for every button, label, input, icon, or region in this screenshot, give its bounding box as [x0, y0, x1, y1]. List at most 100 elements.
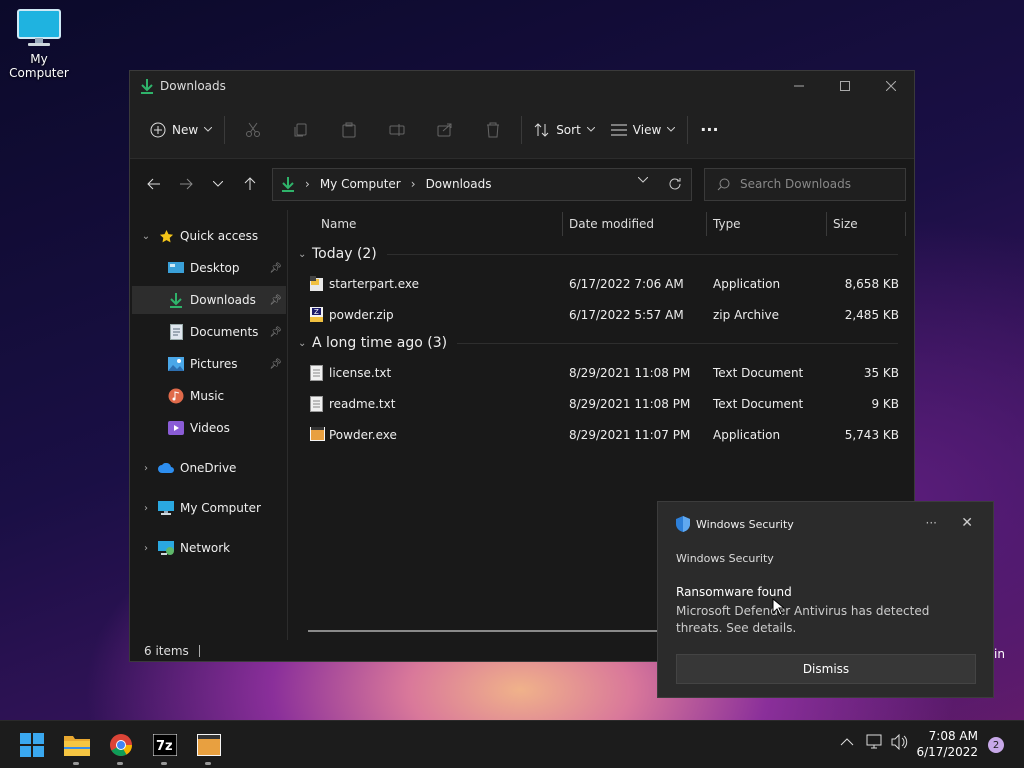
search-icon [717, 178, 730, 190]
download-icon [168, 292, 184, 308]
pin-icon: 📌︎ [269, 294, 282, 306]
sidebar-item-label: Downloads [190, 293, 256, 307]
sidebar-item-documents[interactable]: Documents 📌︎ [132, 318, 286, 346]
sidebar-item-music[interactable]: Music [132, 382, 286, 410]
column-divider[interactable] [562, 212, 563, 236]
forward-button[interactable] [170, 168, 202, 200]
toolbar-separator [224, 115, 226, 144]
maximize-button[interactable] [822, 71, 868, 101]
more-options-button[interactable]: ··· [692, 113, 726, 147]
search-box[interactable]: Search Downloads [704, 167, 906, 201]
column-header-date[interactable]: Date modified [569, 217, 654, 231]
chevron-right-icon[interactable]: › [134, 503, 158, 514]
sidebar-item-label: My Computer [180, 501, 261, 515]
taskbar: 7z 7:08 AM 6/17/2022 2 [0, 720, 1024, 768]
file-type: Application [713, 428, 781, 442]
rename-button[interactable] [373, 113, 421, 147]
sidebar-item-videos[interactable]: Videos [132, 414, 286, 442]
chevron-down-icon [586, 127, 595, 132]
exe-icon [310, 276, 323, 291]
column-divider[interactable] [826, 212, 827, 236]
sidebar-item-downloads[interactable]: Downloads 📌︎ [132, 286, 286, 314]
file-date: 8/29/2021 11:07 PM [569, 428, 691, 442]
cut-button[interactable] [229, 113, 277, 147]
file-name: readme.txt [329, 397, 396, 411]
up-button[interactable] [234, 168, 266, 200]
column-divider[interactable] [706, 212, 707, 236]
scissors-icon [246, 122, 261, 137]
group-header-today[interactable]: ⌄ Today (2) [298, 242, 898, 266]
more-icon[interactable]: ··· [926, 516, 937, 530]
system-clock[interactable]: 7:08 AM 6/17/2022 [916, 728, 978, 760]
table-row[interactable]: starterpart.exe 6/17/2022 7:06 AM Applic… [290, 270, 906, 298]
sidebar-item-quick-access[interactable]: ⌄ Quick access [132, 222, 286, 250]
table-row[interactable]: Z powder.zip 6/17/2022 5:57 AM zip Archi… [290, 301, 906, 329]
7zip-icon: 7z [153, 734, 177, 756]
chevron-down-icon[interactable]: ⌄ [134, 231, 158, 242]
chevron-right-icon[interactable]: › [134, 543, 158, 554]
clipboard-icon [342, 122, 356, 137]
sidebar-item-label: Desktop [190, 261, 240, 275]
navigation-pane: ⌄ Quick access Desktop 📌︎ Downloads 📌︎ D… [130, 210, 288, 640]
start-button[interactable] [12, 727, 52, 763]
computer-icon [17, 9, 61, 46]
table-row[interactable]: readme.txt 8/29/2021 11:08 PM Text Docum… [290, 390, 906, 418]
chevron-right-icon[interactable]: › [134, 463, 158, 474]
column-header-size[interactable]: Size [833, 217, 858, 231]
column-divider[interactable] [905, 212, 906, 236]
notification-badge[interactable]: 2 [988, 737, 1004, 753]
minimize-button[interactable] [776, 71, 822, 101]
dismiss-button[interactable]: Dismiss [676, 654, 976, 684]
taskbar-chrome[interactable] [101, 727, 141, 765]
share-button[interactable] [421, 113, 469, 147]
group-divider [457, 342, 898, 344]
copy-button[interactable] [277, 113, 325, 147]
view-button[interactable]: View [603, 113, 683, 147]
sidebar-item-onedrive[interactable]: › OneDrive [132, 454, 286, 482]
arrow-right-icon [180, 178, 193, 190]
sidebar-item-my-computer[interactable]: › My Computer [132, 494, 286, 522]
app-window-icon [197, 734, 221, 756]
volume-icon[interactable] [891, 733, 909, 753]
close-button[interactable] [868, 71, 914, 101]
taskbar-app[interactable] [189, 727, 229, 765]
breadcrumb-downloads[interactable]: Downloads [426, 177, 492, 191]
sidebar-item-label: Music [190, 389, 225, 403]
refresh-button[interactable] [659, 177, 691, 191]
delete-button[interactable] [469, 113, 517, 147]
file-date: 8/29/2021 11:08 PM [569, 366, 691, 380]
group-header-long-time-ago[interactable]: ⌄ A long time ago (3) [298, 331, 898, 355]
security-notification[interactable]: Windows Security ··· ✕ Windows Security … [657, 501, 994, 698]
close-icon[interactable]: ✕ [961, 515, 973, 531]
sidebar-item-desktop[interactable]: Desktop 📌︎ [132, 254, 286, 282]
desktop-icon-my-computer[interactable]: My Computer [2, 8, 76, 80]
taskbar-7zip[interactable]: 7z [145, 727, 185, 765]
file-date: 6/17/2022 7:06 AM [569, 277, 684, 291]
column-header-name[interactable]: Name [321, 217, 356, 231]
address-bar[interactable]: › My Computer › Downloads [272, 167, 692, 201]
chevron-up-icon[interactable] [840, 735, 854, 749]
table-row[interactable]: Powder.exe 8/29/2021 11:07 PM Applicatio… [290, 421, 906, 449]
taskbar-file-explorer[interactable] [57, 727, 97, 765]
new-button[interactable]: New [142, 113, 220, 147]
app-icon [310, 427, 325, 441]
toolbar-separator [687, 115, 689, 144]
sidebar-item-label: Videos [190, 421, 230, 435]
sort-label: Sort [556, 122, 581, 137]
sidebar-item-network[interactable]: › Network [132, 534, 286, 562]
address-dropdown-button[interactable] [627, 177, 659, 191]
table-row[interactable]: license.txt 8/29/2021 11:08 PM Text Docu… [290, 359, 906, 387]
column-header-type[interactable]: Type [713, 217, 741, 231]
back-button[interactable] [138, 168, 170, 200]
recent-locations-button[interactable] [202, 168, 234, 200]
sort-button[interactable]: Sort [526, 113, 603, 147]
breadcrumb-my-computer[interactable]: My Computer [320, 177, 401, 191]
sidebar-item-pictures[interactable]: Pictures 📌︎ [132, 350, 286, 378]
chrome-icon [110, 734, 132, 756]
share-icon [437, 123, 452, 136]
horizontal-scrollbar[interactable] [308, 630, 668, 632]
title-bar[interactable]: Downloads [130, 71, 914, 101]
running-indicator [161, 762, 167, 765]
network-status-icon[interactable] [866, 734, 884, 753]
paste-button[interactable] [325, 113, 373, 147]
